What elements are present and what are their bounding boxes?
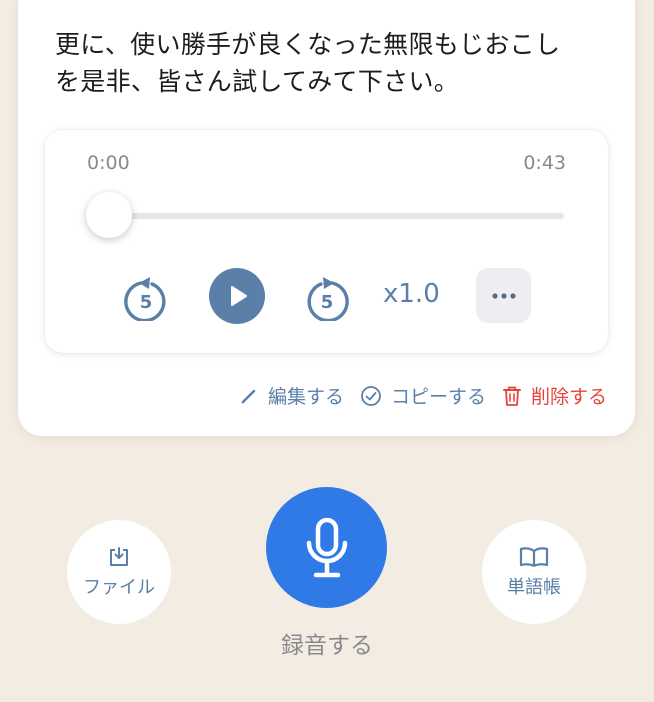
- microphone-icon: [306, 517, 347, 577]
- skip-back-button[interactable]: 5: [122, 271, 170, 321]
- copy-label: コピーする: [390, 386, 486, 408]
- file-label: ファイル: [83, 576, 155, 598]
- vocabulary-label: 単語帳: [507, 576, 561, 598]
- total-time: 0:43: [523, 152, 566, 174]
- check-circle-icon: [361, 385, 381, 406]
- forward-5-icon: 5: [307, 277, 349, 321]
- svg-text:5: 5: [321, 292, 334, 313]
- progress-track[interactable]: [109, 213, 564, 219]
- transcript-text: 更に、使い勝手が良くなった無限もじおこし を是非、皆さん試してみて下さい。: [55, 30, 561, 96]
- transcript-actions: 編集する コピーする 削除する: [223, 382, 607, 409]
- record-button[interactable]: [266, 487, 387, 608]
- edit-label: 編集する: [267, 386, 344, 408]
- vocabulary-button[interactable]: 単語帳: [482, 520, 586, 624]
- book-icon: [519, 546, 549, 567]
- svg-text:5: 5: [140, 292, 153, 313]
- skip-forward-button[interactable]: 5: [303, 271, 351, 321]
- current-time: 0:00: [87, 152, 130, 174]
- pencil-icon: [241, 389, 256, 404]
- playback-speed-button[interactable]: x1.0: [383, 279, 440, 309]
- progress-thumb[interactable]: [86, 192, 132, 238]
- play-button[interactable]: [209, 268, 265, 324]
- replay-5-icon: 5: [124, 277, 166, 321]
- more-horizontal-icon: [491, 292, 516, 299]
- delete-label: 削除する: [530, 386, 607, 408]
- copy-button[interactable]: コピーする: [360, 382, 486, 409]
- file-button[interactable]: ファイル: [67, 520, 171, 624]
- record-label: 録音する: [281, 633, 373, 659]
- delete-button[interactable]: 削除する: [502, 382, 607, 409]
- more-options-button[interactable]: [476, 268, 531, 323]
- audio-player: 0:00 0:43 5 5 x1.0: [45, 130, 608, 353]
- edit-button[interactable]: 編集する: [239, 382, 344, 409]
- player-controls: 5 5 x1.0: [45, 267, 608, 325]
- play-icon: [231, 286, 247, 306]
- download-tray-icon: [110, 546, 128, 566]
- trash-icon: [502, 386, 521, 406]
